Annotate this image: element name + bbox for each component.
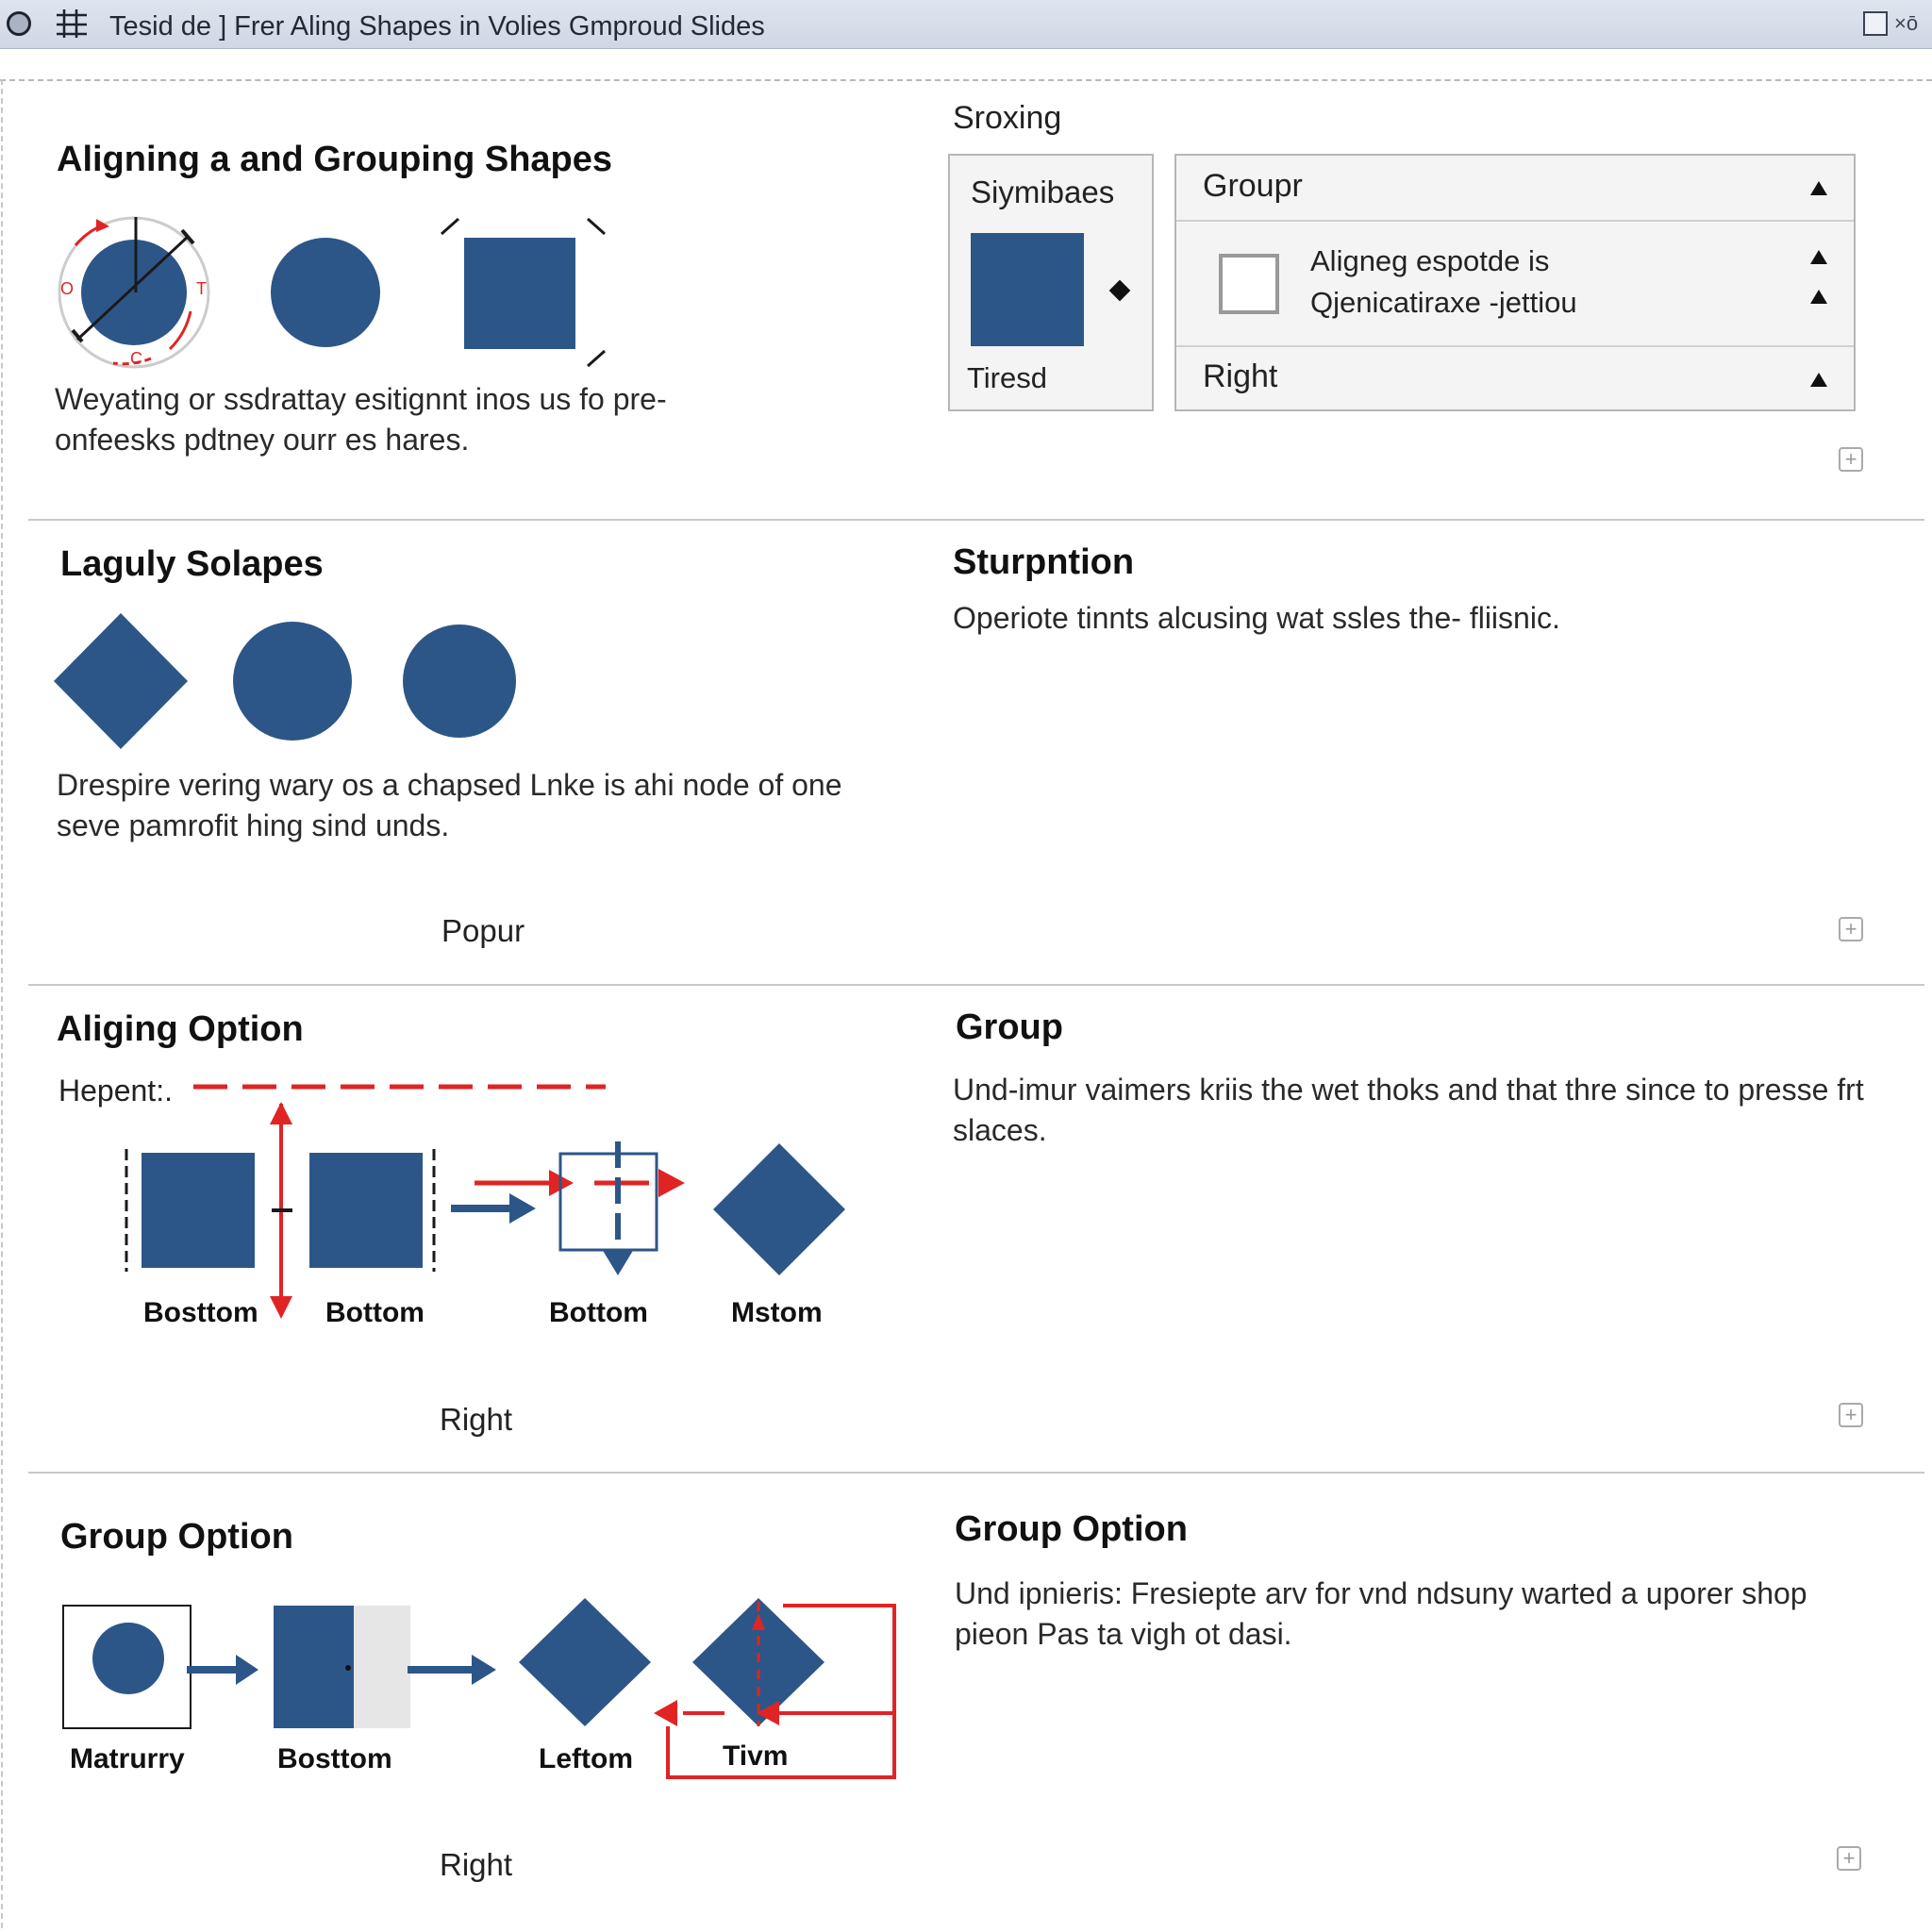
canvas-left-border (1, 79, 3, 1928)
section3-align-figure (125, 1084, 845, 1319)
section1-shapes-figure: O T C (58, 216, 606, 369)
section-heading-aliging: Aliging Option (57, 1009, 304, 1049)
triangle-up-icon[interactable] (1810, 181, 1827, 195)
square-shape (142, 1153, 255, 1268)
arrow-right-icon (451, 1193, 536, 1224)
svg-text:C: C (130, 349, 142, 368)
section2-shapes-figure (54, 613, 516, 749)
triangle-up-icon[interactable] (1810, 290, 1827, 304)
diamond-icon (1108, 279, 1131, 302)
side-heading-sturpntion: Sturpntion (953, 542, 1135, 582)
shape-label: Bosttom (143, 1297, 258, 1328)
expand-plus-icon[interactable]: + (1837, 1846, 1861, 1871)
side-heading-group-option: Group Option (955, 1509, 1188, 1549)
section4-caption: Right (440, 1847, 513, 1882)
checkbox-label-line-1: Aligneg espotde is (1310, 244, 1550, 277)
group-checkbox-row: Aligneg espotde is Qjenicatiraxe -jettio… (1176, 220, 1854, 347)
shape-label: Bottom (549, 1297, 648, 1328)
circle-shape (92, 1623, 164, 1694)
symbols-title: Siymibaes (971, 175, 1115, 209)
circle-icon[interactable] (7, 11, 31, 36)
section-divider (28, 519, 1924, 521)
side-text-group-option: Und ipnieris: Fresiepte arv for vnd ndsu… (955, 1576, 1807, 1651)
selected-square-shape (441, 217, 606, 368)
outlined-square-shape (558, 1152, 658, 1252)
section-divider (28, 1472, 1924, 1474)
canvas-top-border (0, 79, 1932, 81)
shape-label: Mstom (731, 1297, 823, 1328)
section-heading-laguly: Laguly Solapes (60, 544, 324, 584)
checkbox-label-line-2: Qjenicatiraxe -jettiou (1310, 286, 1577, 319)
triangle-up-icon[interactable] (1810, 373, 1827, 387)
arrow-right-icon (408, 1655, 496, 1685)
align-checkbox[interactable] (1219, 254, 1279, 314)
circle-shape (233, 622, 352, 741)
group-panel: Groupr Aligneg espotde is Qjenicatiraxe … (1174, 154, 1856, 411)
arrow-right-icon (187, 1655, 258, 1685)
color-swatch[interactable] (971, 233, 1084, 346)
group-header-row[interactable]: Groupr (1176, 156, 1854, 222)
shape-label: Bosttom (277, 1743, 392, 1774)
expand-plus-icon[interactable]: + (1839, 917, 1863, 941)
circle-shape (403, 625, 516, 738)
diamond-shape (713, 1143, 845, 1275)
section1-description: Weyating or ssdrattay esitignnt inos us … (55, 382, 667, 457)
close-icon[interactable]: ×ō (1894, 11, 1918, 36)
window-titlebar: Tesid de ] Frer Aling Shapes in Volies G… (0, 0, 1932, 49)
diamond-shape (519, 1598, 651, 1726)
diamond-shape (54, 613, 188, 749)
svg-text:O: O (60, 279, 74, 298)
grid-icon[interactable] (53, 7, 91, 41)
expand-plus-icon[interactable]: + (1839, 1403, 1863, 1427)
section-heading-aligning: Aligning a and Grouping Shapes (57, 140, 613, 179)
side-text-group: Und-imur vaimers kriis the wet thoks and… (953, 1073, 1864, 1147)
circle-shape (271, 238, 380, 347)
group-right-row[interactable]: Right (1176, 345, 1854, 411)
section2-caption: Popur (441, 913, 525, 948)
symbols-footer: Tiresd (967, 361, 1047, 394)
window-title: Tesid de ] Frer Aling Shapes in Volies G… (109, 11, 765, 42)
svg-text:T: T (196, 279, 207, 298)
shape-label: Matrurry (70, 1743, 185, 1774)
expand-plus-icon[interactable]: + (1839, 447, 1863, 472)
symbols-panel[interactable]: Siymibaes Tiresd (948, 154, 1154, 411)
side-heading-group: Group (956, 1008, 1063, 1047)
maximize-icon[interactable] (1863, 11, 1888, 36)
triangle-up-icon[interactable] (1810, 250, 1827, 264)
section-heading-group-option: Group Option (60, 1517, 293, 1557)
shape-label: Tivm (723, 1740, 789, 1772)
square-shape (309, 1153, 423, 1268)
side-text-sturpntion: Operiote tinnts alcusing wat ssles the- … (953, 601, 1560, 635)
checkbox-label: Aligneg espotde is Qjenicatiraxe -jettio… (1310, 241, 1577, 324)
shape-label: Bottom (325, 1297, 425, 1328)
section-divider (28, 984, 1924, 986)
rotated-circle-shape: O T C (58, 216, 210, 369)
panel-label: Sroxing (953, 100, 1062, 136)
section2-description: Drespire vering wary os a chapsed Lnke i… (57, 768, 842, 842)
group-right-label: Right (1203, 358, 1278, 394)
square-shape (274, 1606, 354, 1728)
section3-caption: Right (440, 1402, 513, 1437)
group-header-label: Groupr (1203, 168, 1303, 204)
shape-label: Leftom (539, 1743, 633, 1774)
